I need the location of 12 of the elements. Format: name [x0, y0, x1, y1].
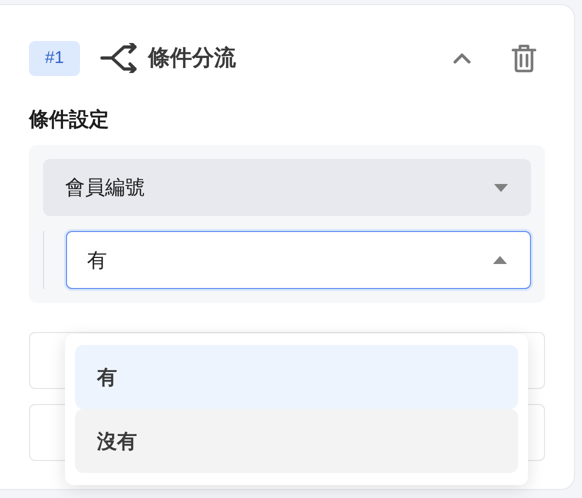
node-title: 條件分流	[148, 44, 236, 72]
section-title: 條件設定	[29, 108, 110, 133]
value-select[interactable]: 有	[66, 231, 531, 289]
branch-icon	[100, 43, 138, 73]
field-select[interactable]: 會員編號	[43, 159, 531, 216]
dropdown-option[interactable]: 沒有	[75, 409, 518, 473]
caret-icon	[492, 255, 508, 265]
caret-icon	[493, 182, 509, 192]
delete-button[interactable]	[511, 43, 537, 73]
collapse-button[interactable]	[453, 52, 471, 64]
dropdown-option[interactable]: 有	[75, 345, 518, 409]
node-number-badge: #1	[29, 40, 80, 76]
